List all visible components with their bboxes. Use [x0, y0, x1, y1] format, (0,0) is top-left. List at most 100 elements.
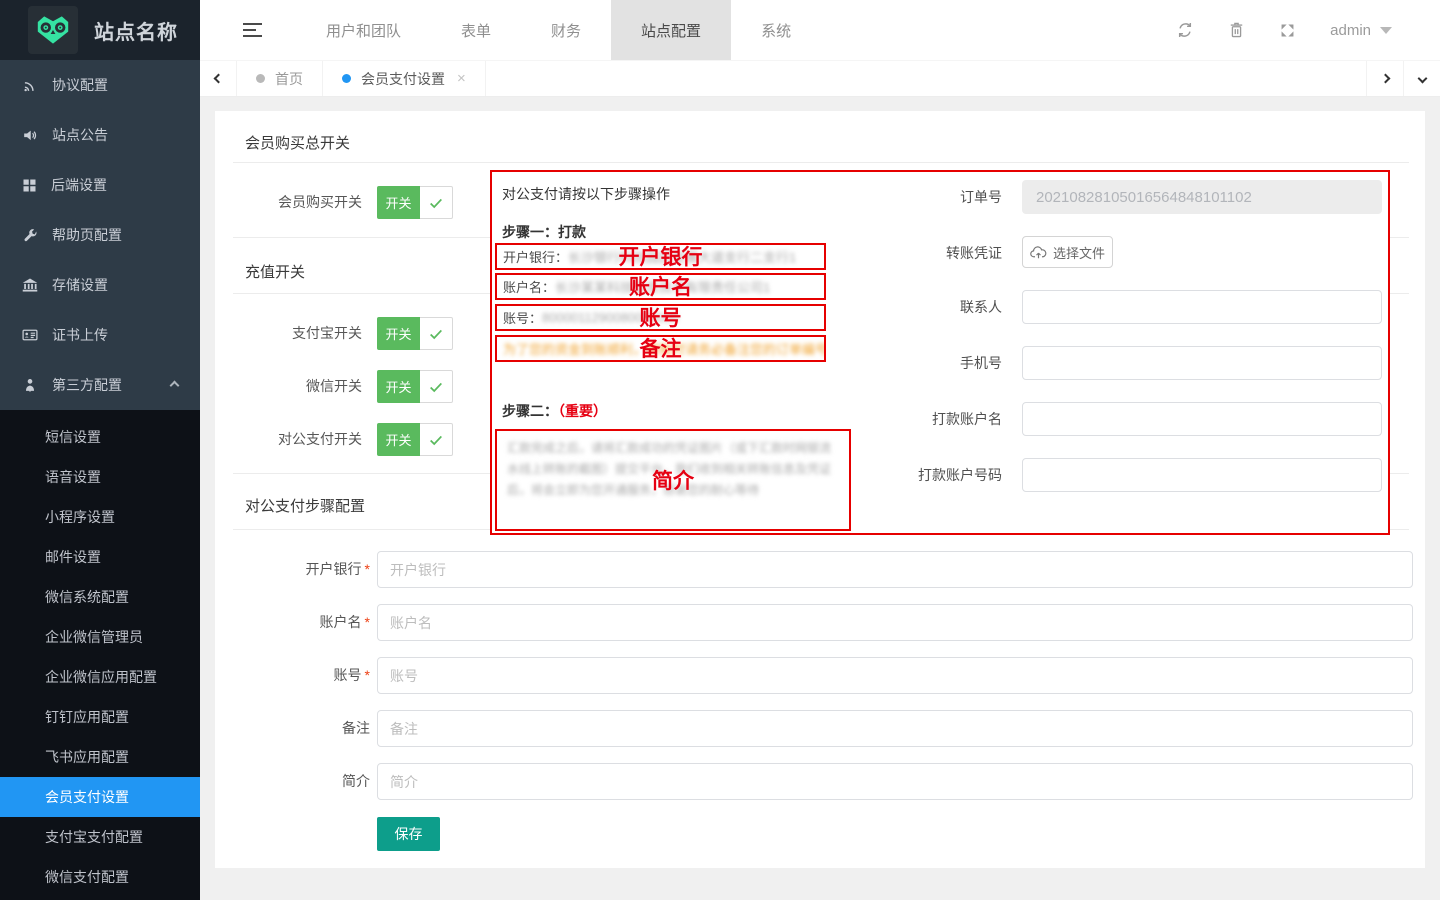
contact-input[interactable]	[1022, 290, 1382, 324]
phone-label: 手机号	[852, 346, 1002, 380]
sidebar-item-site-announcement[interactable]: 站点公告	[0, 110, 200, 160]
collapse-menu-icon[interactable]	[243, 23, 262, 37]
submenu-mail-settings[interactable]: 邮件设置	[0, 537, 200, 577]
trash-icon[interactable]	[1228, 21, 1245, 39]
transfer-voucher-label: 转账凭证	[852, 236, 1002, 270]
rss-icon	[22, 77, 38, 93]
tab-home[interactable]: 首页	[237, 61, 323, 96]
phone-input[interactable]	[1022, 346, 1382, 380]
check-icon	[428, 432, 444, 448]
submenu-voice-settings[interactable]: 语音设置	[0, 457, 200, 497]
alipay-toggle[interactable]: 开关	[377, 317, 453, 350]
check-icon	[428, 326, 444, 342]
sidebar-item-certificate-upload[interactable]: 证书上传	[0, 310, 200, 360]
wechat-toggle[interactable]: 开关	[377, 370, 453, 403]
order-number-label: 订单号	[852, 180, 1002, 214]
remark-field-label: 备注	[215, 710, 370, 747]
required-asterisk: *	[365, 667, 370, 683]
annotation-account-name: 账户名	[497, 276, 824, 299]
guide-note-row: 为了您的资金到账顺利，转账时请务必备注您的订单编号 备注	[495, 335, 826, 362]
grid-icon	[22, 178, 37, 193]
submenu-wechat-system-config[interactable]: 微信系统配置	[0, 577, 200, 617]
submenu-wecom-app-config[interactable]: 企业微信应用配置	[0, 657, 200, 697]
user-menu[interactable]: admin	[1330, 22, 1392, 39]
tab-dot	[256, 74, 265, 83]
settings-panel: 会员购买总开关 会员购买开关 开关 充值开关 支付宝开关 开关 微信开关 开关 …	[215, 111, 1425, 868]
alipay-switch-label: 支付宝开关	[215, 317, 362, 350]
payer-account-name-label: 打款账户名	[852, 402, 1002, 436]
choose-file-button[interactable]: 选择文件	[1022, 236, 1113, 268]
user-icon	[22, 377, 38, 393]
annotation-intro: 简介	[497, 470, 849, 493]
submenu-wechat-payment-config[interactable]: 微信支付配置	[0, 857, 200, 897]
caret-down-icon	[1380, 27, 1392, 34]
header-logo-area: 站点名称	[0, 0, 200, 60]
required-asterisk: *	[365, 614, 370, 630]
top-navbar: 用户和团队 表单 财务 站点配置 系统 admin	[200, 0, 1440, 60]
owl-logo-icon	[33, 14, 73, 46]
nav-users-teams[interactable]: 用户和团队	[296, 0, 431, 60]
contact-label: 联系人	[852, 290, 1002, 324]
required-asterisk: *	[365, 561, 370, 577]
submenu-dingtalk-app-config[interactable]: 钉钉应用配置	[0, 697, 200, 737]
submenu-member-payment-settings[interactable]: 会员支付设置	[0, 777, 200, 817]
important-tag: （重要）	[558, 403, 607, 419]
nav-site-config[interactable]: 站点配置	[611, 0, 731, 60]
sidebar-item-backend-settings[interactable]: 后端设置	[0, 160, 200, 210]
guide-title: 对公支付请按以下步骤操作	[502, 184, 670, 204]
section-title-recharge: 充值开关	[245, 261, 305, 282]
guide-intro-box: 汇款完成之后，请将汇款成功的凭证图片（或下汇款时网银流水线上转账的截图）提交平台…	[495, 429, 851, 531]
account-number-input[interactable]	[377, 657, 1413, 694]
annotation-account-number: 账号	[497, 307, 824, 330]
account-name-input[interactable]	[377, 604, 1413, 641]
account-name-field-label: 账户名*	[215, 604, 370, 641]
tabs-menu-button[interactable]	[1403, 61, 1440, 96]
guide-account-name-row: 账户名：长沙某某科技信息技术有限责任公司1 账户名	[495, 273, 826, 300]
wrench-icon	[22, 227, 38, 243]
submenu-feishu-app-config[interactable]: 飞书应用配置	[0, 737, 200, 777]
corporate-pay-toggle[interactable]: 开关	[377, 423, 453, 456]
certificate-icon	[22, 327, 38, 343]
bank-input[interactable]	[377, 551, 1413, 588]
fullscreen-icon[interactable]	[1279, 22, 1296, 39]
tabs-scroll-left-button[interactable]	[200, 61, 237, 96]
guide-account-number-row: 账号：8000011290080000000 账号	[495, 304, 826, 331]
section-title-member-switch: 会员购买总开关	[245, 132, 350, 153]
payer-account-number-input[interactable]	[1022, 458, 1382, 492]
corporate-pay-switch-label: 对公支付开关	[215, 423, 362, 456]
bank-field-label: 开户银行*	[215, 551, 370, 588]
intro-input[interactable]	[377, 763, 1413, 800]
submenu-wecom-admin[interactable]: 企业微信管理员	[0, 617, 200, 657]
tab-member-payment-settings[interactable]: 会员支付设置 ×	[323, 61, 486, 96]
close-tab-icon[interactable]: ×	[457, 70, 466, 87]
tab-bar: 首页 会员支付设置 ×	[200, 60, 1440, 97]
divider	[233, 162, 1409, 163]
third-party-submenu: 短信设置 语音设置 小程序设置 邮件设置 微信系统配置 企业微信管理员 企业微信…	[0, 410, 200, 900]
submenu-miniprogram-settings[interactable]: 小程序设置	[0, 497, 200, 537]
order-number-input	[1022, 180, 1382, 214]
save-button[interactable]: 保存	[377, 817, 440, 851]
refresh-icon[interactable]	[1176, 21, 1194, 39]
sidebar: 协议配置 站点公告 后端设置 帮助页配置 存储设置	[0, 60, 200, 900]
bank-icon	[22, 277, 38, 293]
sidebar-item-third-party-config[interactable]: 第三方配置	[0, 360, 200, 410]
nav-finance[interactable]: 财务	[521, 0, 611, 60]
remark-input[interactable]	[377, 710, 1413, 747]
nav-system[interactable]: 系统	[731, 0, 821, 60]
submenu-sms-settings[interactable]: 短信设置	[0, 417, 200, 457]
member-switch-label: 会员购买开关	[215, 186, 362, 219]
payer-account-number-label: 打款账户号码	[852, 458, 1002, 492]
annotation-bank: 开户银行	[497, 246, 824, 269]
submenu-alipay-payment-config[interactable]: 支付宝支付配置	[0, 817, 200, 857]
member-purchase-toggle[interactable]: 开关	[377, 186, 453, 219]
nav-forms[interactable]: 表单	[431, 0, 521, 60]
sidebar-item-protocol-config[interactable]: 协议配置	[0, 60, 200, 110]
payment-steps-guide-image: 对公支付请按以下步骤操作 步骤一：打款 开户银行：长沙银行科技园区发展大道支行二…	[490, 170, 1390, 535]
tab-dot	[342, 74, 351, 83]
payer-account-name-input[interactable]	[1022, 402, 1382, 436]
tabs-scroll-right-button[interactable]	[1366, 61, 1403, 96]
sidebar-item-help-page-config[interactable]: 帮助页配置	[0, 210, 200, 260]
app-logo	[28, 6, 78, 54]
intro-field-label: 简介	[215, 763, 370, 800]
sidebar-item-storage-settings[interactable]: 存储设置	[0, 260, 200, 310]
